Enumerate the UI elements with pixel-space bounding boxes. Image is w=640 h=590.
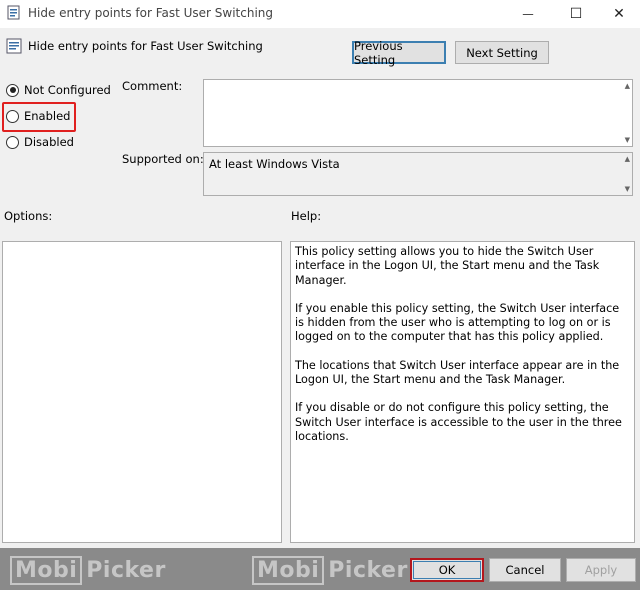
scroll-up-icon[interactable]: ▲: [625, 82, 630, 90]
radio-label: Disabled: [24, 135, 74, 149]
window-title: Hide entry points for Fast User Switchin…: [28, 6, 274, 20]
help-panel[interactable]: This policy setting allows you to hide t…: [290, 241, 635, 543]
cancel-button[interactable]: Cancel: [489, 558, 561, 582]
scroll-down-icon[interactable]: ▼: [625, 185, 630, 193]
policy-name: Hide entry points for Fast User Switchin…: [28, 39, 263, 53]
ok-button[interactable]: OK: [410, 558, 484, 582]
policy-setting-icon: [6, 38, 22, 54]
radio-indicator: [6, 109, 19, 123]
close-icon: ✕: [613, 6, 625, 22]
help-paragraph: If you enable this policy setting, the S…: [295, 301, 620, 344]
help-label: Help:: [291, 209, 322, 223]
supported-on-value: At least Windows Vista: [209, 157, 340, 171]
options-label: Options:: [4, 209, 53, 223]
comment-field[interactable]: ▲ ▼: [203, 79, 633, 147]
radio-label: Enabled: [24, 109, 71, 123]
close-button[interactable]: ✕: [596, 0, 640, 28]
scroll-up-icon[interactable]: ▲: [625, 155, 630, 163]
radio-enabled[interactable]: Enabled: [6, 109, 70, 123]
previous-setting-button[interactable]: Previous Setting: [352, 39, 446, 67]
radio-indicator: [6, 135, 19, 149]
help-paragraph: The locations that Switch User interface…: [295, 358, 620, 387]
radio-disabled[interactable]: Disabled: [6, 135, 74, 149]
options-panel: [2, 241, 282, 543]
apply-button[interactable]: Apply: [566, 558, 636, 582]
help-paragraph: This policy setting allows you to hide t…: [295, 245, 600, 287]
watermark: Mobi Picker: [10, 556, 166, 585]
minimize-button[interactable]: —: [505, 0, 551, 28]
comment-label: Comment:: [122, 79, 183, 93]
policy-app-icon: [7, 5, 20, 20]
minimize-icon: —: [522, 7, 534, 21]
supported-on-label: Supported on:: [122, 152, 204, 166]
supported-on-field: At least Windows Vista ▲ ▼: [203, 152, 633, 196]
radio-selected-indicator: [6, 83, 19, 97]
maximize-button[interactable]: ☐: [553, 0, 599, 28]
maximize-icon: ☐: [569, 6, 583, 22]
scroll-down-icon[interactable]: ▼: [625, 136, 630, 144]
supported-scrollbar[interactable]: ▲ ▼: [620, 153, 632, 195]
next-setting-button[interactable]: Next Setting: [455, 41, 549, 64]
watermark: Mobi Picker: [252, 556, 408, 585]
help-paragraph: If you disable or do not configure this …: [295, 401, 622, 443]
comment-scrollbar[interactable]: ▲ ▼: [620, 80, 632, 146]
radio-not-configured[interactable]: Not Configured: [6, 83, 111, 97]
radio-label: Not Configured: [24, 83, 111, 97]
